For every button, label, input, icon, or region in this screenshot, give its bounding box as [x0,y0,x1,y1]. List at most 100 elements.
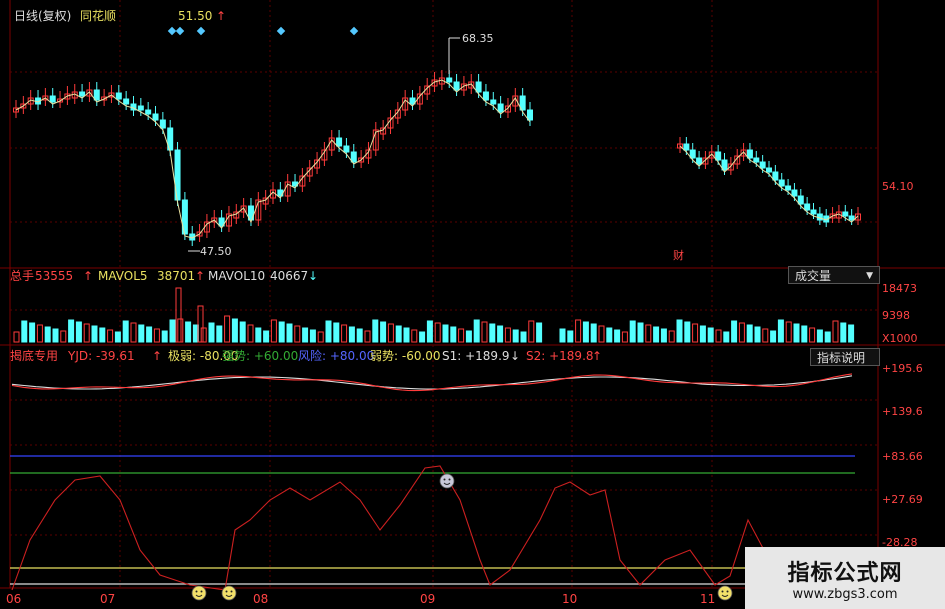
indicator-yjd: YJD: -39.61 [67,349,135,363]
candle-body [785,185,792,191]
signal-smileys [191,473,733,601]
smiley-eye [443,478,446,481]
volume-bar [75,321,82,343]
app-name: 同花顺 [80,8,116,23]
price-marker: 51.50 [178,9,212,23]
volume-bar [208,322,215,343]
volume-bar [302,327,309,343]
candle-body [778,179,785,187]
volume-bar [567,330,574,343]
smiley-eye [448,478,451,481]
volume-bar [754,326,761,343]
volume-bar [380,321,387,343]
volume-bar [372,319,379,343]
candle-body [810,209,817,215]
candle-body [93,89,100,101]
candle-body [848,215,855,221]
volume-bar [590,323,597,343]
candle-body [49,95,56,103]
volume-bar [777,319,784,343]
volume-bar [419,331,426,343]
volume-bar [559,328,566,343]
volume-bar [185,321,192,343]
candle-body [137,105,144,111]
volume-axis-top: 18473 [882,282,917,295]
mavol10-label: MAVOL10 [208,269,265,283]
volume-total-value: 53555 [35,269,73,283]
smiley-eye [721,590,724,593]
candle-body [766,167,772,173]
candle-body [159,119,166,129]
volume-bar [36,324,43,343]
volume-bar [99,327,106,343]
volume-bar [247,324,254,343]
volume-bar [426,320,433,343]
volume-bar [434,322,441,343]
candle-body [475,81,482,93]
candle-body [683,143,690,151]
volume-bar [403,327,410,343]
volume-bar [294,325,301,343]
mavol10-value: 40667 [270,269,308,283]
watermark-url: www.zbgs3.com [792,586,898,602]
smiley-eye [200,590,203,593]
volume-bar [270,319,277,343]
volume-bar [317,331,324,343]
volume-bar [341,324,348,343]
volume-bar [653,326,660,343]
candle-body [453,81,460,91]
candle-body [145,109,152,115]
candle-body [123,98,130,105]
volume-bar [83,323,90,343]
diamond-marker [167,26,177,36]
volume-bar [153,328,160,343]
mavol5-value: 38701 [157,269,195,283]
volume-bar [660,328,667,343]
time-axis-10: 10 [562,592,577,606]
volume-bar [224,315,231,343]
volume-bar [395,325,402,343]
volume-bar [286,323,293,343]
candle-body [804,203,811,211]
indicator-select-dropdown[interactable]: 成交量 ▼ [788,266,880,284]
s2-line [11,373,853,392]
stock-chart[interactable]: 日线(复权) 同花顺 51.50 ↑ 68.35 47.50 54.10 财 总… [0,0,945,609]
price-candles [13,70,861,246]
volume-bar [146,326,153,343]
volume-bar [309,329,316,343]
candle-body [336,137,343,147]
volume-bar [848,324,855,343]
volume-bar [699,325,706,343]
smiley-eye [225,590,228,593]
volume-bar [107,329,114,343]
chart-title: 日线(复权) [14,9,71,23]
indicator-help-button[interactable]: 指标说明 [810,348,880,366]
volume-bar [481,321,488,343]
volume-bar [442,324,449,343]
s1-line [11,375,853,390]
watermark-title: 指标公式网 [787,560,903,586]
volume-bar [793,323,800,343]
candle-body [753,157,760,163]
candle-body [446,77,453,83]
volume-bar [504,327,511,343]
volume-bar [364,330,371,343]
volume-bar [676,319,683,343]
volume-bar [458,328,465,343]
volume-bar [130,322,137,343]
volume-bar [114,331,121,343]
candle-body [350,151,357,163]
candle-body [791,189,798,197]
volume-bar [91,325,98,343]
volume-bar [278,321,285,343]
candle-body [482,91,489,101]
volume-bar [411,329,418,343]
volume-bar [840,322,847,343]
volume-bar [785,321,792,343]
volume-bar [60,330,67,343]
candle-body [696,157,703,165]
candle-body [152,113,159,121]
volume-bar [387,323,394,343]
diamond-marker [196,26,206,36]
indicator-name: 揭底专用 [10,348,58,363]
